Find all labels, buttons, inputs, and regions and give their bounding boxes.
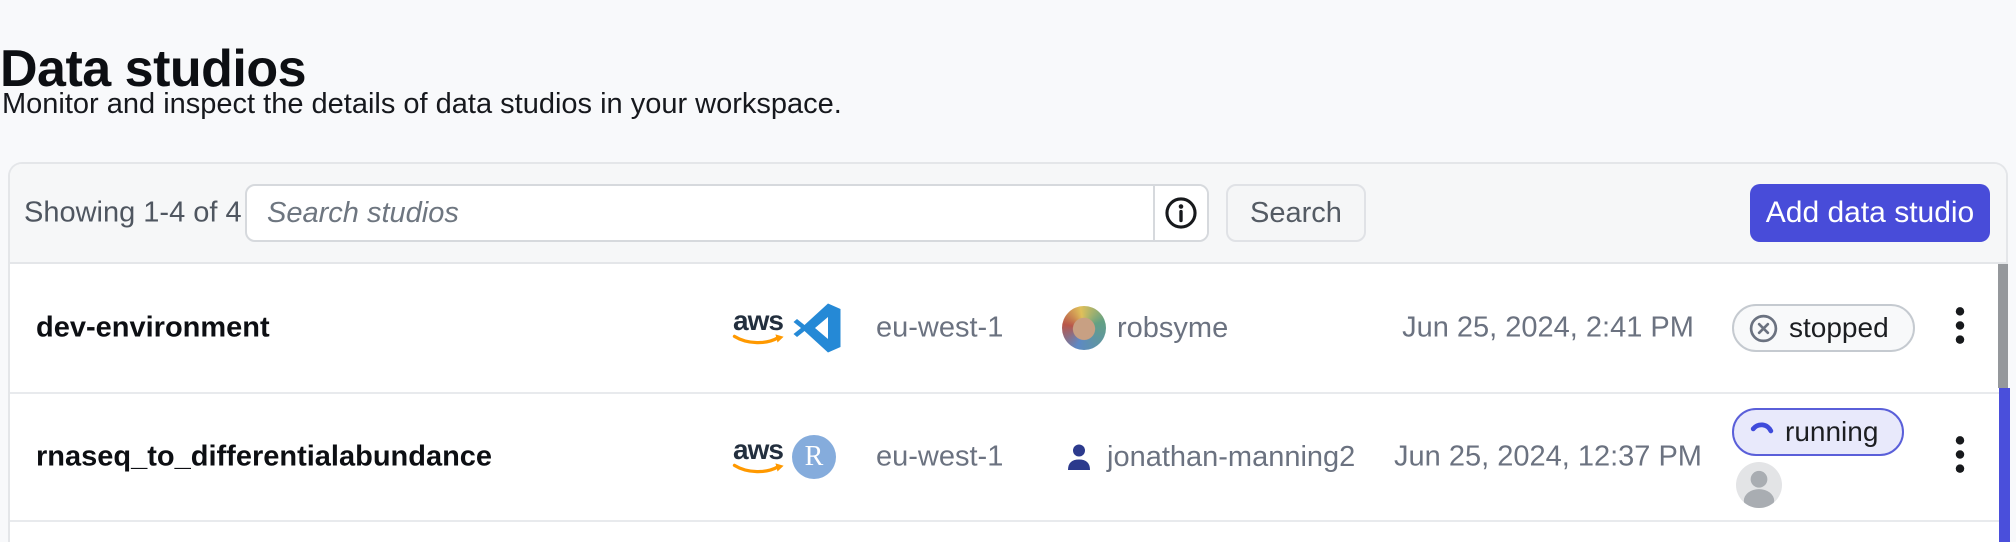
user-avatar: [1062, 306, 1106, 350]
scrollbar-accent-bar[interactable]: [1999, 388, 2010, 542]
search-info-button[interactable]: [1153, 186, 1207, 240]
scrollbar-thumb[interactable]: [1998, 264, 2008, 388]
vscode-icon: [792, 303, 842, 353]
info-circle-icon: [1163, 195, 1199, 231]
user-name-label: robsyme: [1117, 312, 1228, 345]
table-row: rnaseq_to_differentialabundance aws R eu…: [10, 394, 2006, 522]
table-row: dev-environment aws eu-west-1 robsyme Ju…: [10, 264, 2006, 394]
circle-x-icon: [1748, 313, 1779, 344]
user-name-label: jonathan-manning2: [1107, 441, 1355, 474]
user-cell: robsyme: [1062, 306, 1228, 350]
search-button[interactable]: Search: [1226, 184, 1366, 242]
search-input[interactable]: [247, 186, 1153, 240]
row-menu-button[interactable]: [1950, 431, 1970, 484]
aws-swoosh: [732, 333, 784, 348]
studio-name: dev-environment: [36, 312, 270, 345]
add-data-studio-button[interactable]: Add data studio: [1750, 184, 1990, 242]
showing-count-label: Showing 1-4 of 4: [24, 197, 242, 230]
table-row: [10, 522, 2006, 542]
rstudio-icon: R: [792, 435, 836, 479]
status-badge: stopped: [1732, 304, 1915, 352]
aws-icon: aws: [732, 308, 784, 348]
user-cell: jonathan-manning2: [1062, 440, 1355, 474]
studios-toolbar: Showing 1-4 of 4 Search Add data studio: [10, 164, 2006, 264]
date-label: Jun 25, 2024, 12:37 PM: [1394, 441, 1702, 474]
region-label: eu-west-1: [876, 312, 1003, 345]
date-label: Jun 25, 2024, 2:41 PM: [1402, 312, 1694, 345]
person-icon: [1062, 440, 1096, 474]
page-subtitle: Monitor and inspect the details of data …: [2, 88, 842, 121]
studio-name: rnaseq_to_differentialabundance: [36, 441, 492, 474]
kebab-icon: [1954, 306, 1966, 346]
status-label: running: [1785, 416, 1878, 448]
region-label: eu-west-1: [876, 441, 1003, 474]
aws-swoosh: [732, 462, 784, 477]
row-menu-button[interactable]: [1950, 302, 1970, 355]
spinner-icon: [1748, 419, 1775, 446]
kebab-icon: [1954, 435, 1966, 475]
status-label: stopped: [1789, 312, 1889, 344]
search-input-group: [245, 184, 1209, 242]
anonymous-avatar: [1736, 462, 1782, 513]
status-badge: running: [1732, 408, 1904, 456]
studios-card: Showing 1-4 of 4 Search Add data studio …: [8, 162, 2008, 542]
aws-icon: aws: [732, 437, 784, 477]
